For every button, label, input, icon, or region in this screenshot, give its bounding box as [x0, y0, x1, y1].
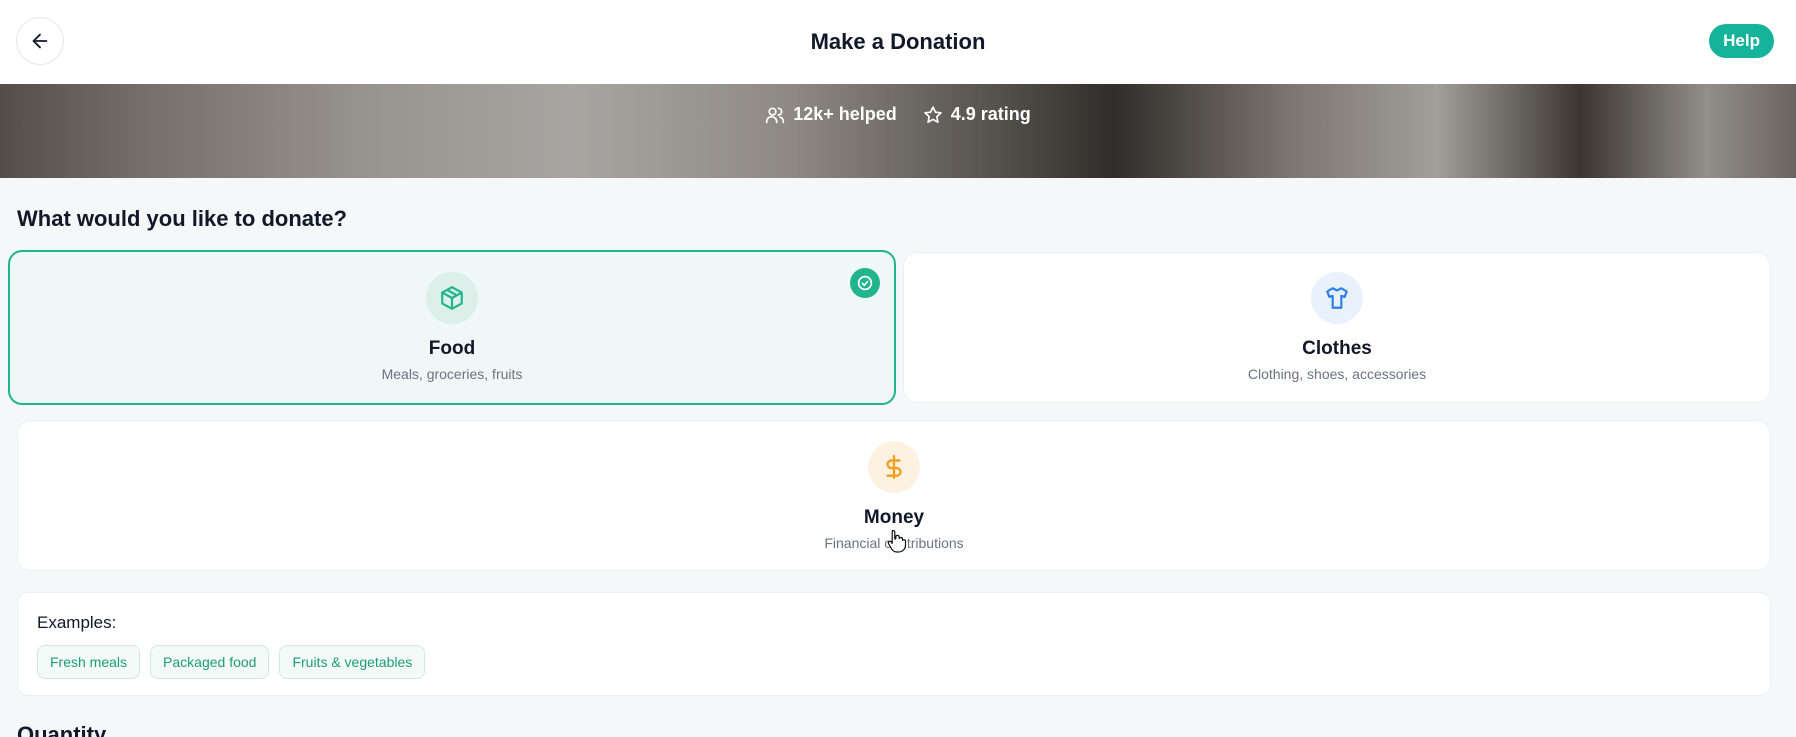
- hand-cursor-icon: [887, 529, 907, 553]
- food-title: Food: [428, 338, 476, 359]
- hero-stats: 12k+ helped 4.9 rating: [0, 104, 1796, 125]
- donation-option-food[interactable]: Food Meals, groceries, fruits: [8, 250, 896, 405]
- selected-check-icon: [850, 268, 880, 298]
- hero-banner: 12k+ helped 4.9 rating: [0, 84, 1796, 178]
- stat-helped: 12k+ helped: [765, 104, 897, 125]
- clothes-title: Clothes: [1302, 338, 1372, 359]
- stat-rating: 4.9 rating: [923, 104, 1031, 125]
- money-icon-circle: [868, 441, 920, 493]
- example-chip[interactable]: Packaged food: [150, 645, 270, 679]
- food-icon-circle: [426, 272, 478, 324]
- stat-rating-label: 4.9 rating: [950, 104, 1031, 124]
- arrow-left-icon: [32, 33, 48, 49]
- example-chip[interactable]: Fruits & vegetables: [279, 645, 426, 679]
- example-chip[interactable]: Fresh meals: [37, 645, 141, 679]
- star-icon: [924, 105, 942, 123]
- example-chips: Fresh meals Packaged food Fruits & veget…: [37, 645, 426, 679]
- clothes-subtitle: Clothing, shoes, accessories: [1247, 366, 1427, 382]
- quantity-heading: Quantity: [17, 722, 107, 737]
- shirt-icon: [1326, 287, 1348, 309]
- package-icon: [441, 286, 463, 310]
- examples-panel: Examples: Fresh meals Packaged food Frui…: [17, 592, 1771, 696]
- donation-option-clothes[interactable]: Clothes Clothing, shoes, accessories: [903, 252, 1771, 403]
- users-icon: [766, 107, 785, 123]
- examples-label: Examples:: [37, 613, 117, 632]
- page-title: Make a Donation: [810, 29, 986, 54]
- dollar-icon: [886, 454, 902, 480]
- help-button[interactable]: Help: [1709, 24, 1774, 58]
- donate-heading: What would you like to donate?: [17, 206, 347, 231]
- food-subtitle: Meals, groceries, fruits: [381, 366, 523, 382]
- money-title: Money: [863, 507, 925, 528]
- clothes-icon-circle: [1311, 272, 1363, 324]
- top-header: Make a Donation Help: [0, 0, 1796, 84]
- stat-helped-label: 12k+ helped: [793, 104, 897, 124]
- back-button[interactable]: [16, 17, 64, 65]
